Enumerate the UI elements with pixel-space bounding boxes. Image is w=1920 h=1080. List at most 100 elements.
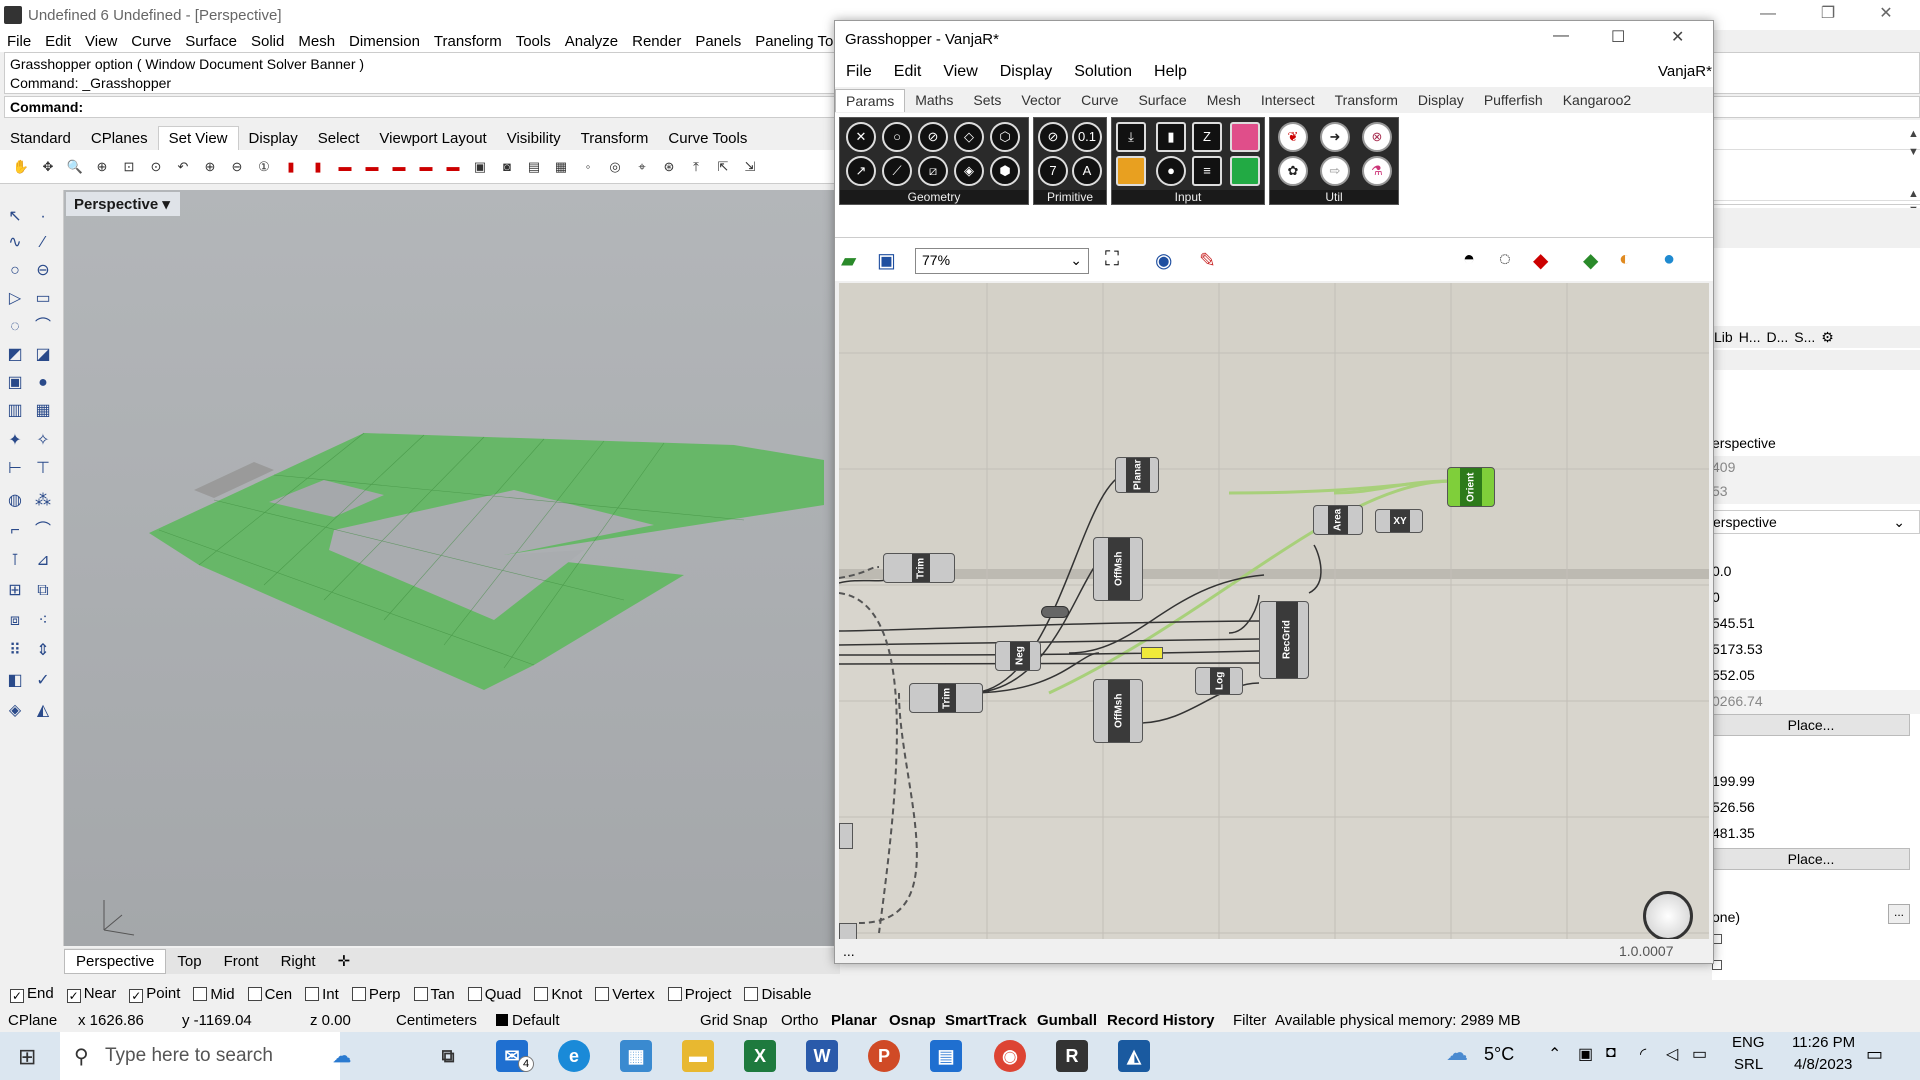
car-icon[interactable]: ▬	[334, 156, 356, 178]
maximize-icon[interactable]: ☐	[1611, 27, 1625, 47]
import-icon[interactable]: ⤓	[1116, 122, 1146, 152]
taskbar-search[interactable]: ⚲ Type here to search	[60, 1032, 340, 1080]
scale-icon[interactable]: ⇕	[32, 640, 54, 662]
tab-display[interactable]: Display	[239, 127, 308, 150]
value-list-icon[interactable]: ≡	[1192, 156, 1222, 186]
checkbox-icon[interactable]	[595, 986, 610, 1001]
tab-transform[interactable]: Transform	[571, 127, 659, 150]
panel-tab-display[interactable]: D...	[1766, 329, 1788, 345]
osnap-project[interactable]: Project	[667, 986, 731, 1003]
text-icon[interactable]: ⊤	[32, 458, 54, 480]
gh-menu-file[interactable]: File	[835, 63, 883, 81]
wireframe-icon[interactable]: ◌	[1499, 248, 1511, 271]
volume-icon[interactable]: ◁	[1666, 1044, 1678, 1064]
split-icon[interactable]: ⊿	[32, 550, 54, 572]
gh-component-orient[interactable]: Orient	[1447, 467, 1495, 507]
panel-tab-lib[interactable]: Lib	[1714, 329, 1733, 345]
projection-select[interactable]: erspective ⌄	[1712, 510, 1920, 534]
gh-component-offmsh[interactable]: OffMsh	[1093, 679, 1143, 743]
tab-select[interactable]: Select	[308, 127, 370, 150]
panel-top-input[interactable]	[1712, 120, 1920, 150]
store-icon[interactable]: ▦	[620, 1040, 652, 1072]
gradient-icon[interactable]	[1230, 122, 1260, 152]
document-preview-icon[interactable]: ◐	[1619, 248, 1631, 271]
render-icon[interactable]: ✧	[32, 430, 54, 452]
osnap-cen[interactable]: Cen	[247, 986, 292, 1003]
panel-row[interactable]: 5173.53	[1712, 638, 1920, 662]
tab-visibility[interactable]: Visibility	[497, 127, 571, 150]
zoom-window-icon[interactable]: ⊡	[118, 156, 140, 178]
gh-component-offmsh[interactable]: OffMsh	[1093, 537, 1143, 601]
integer-param-icon[interactable]: 7	[1038, 156, 1068, 186]
panel-row[interactable]: 526.56	[1712, 796, 1920, 820]
osnap-perp[interactable]: Perp	[351, 986, 401, 1003]
checkbox-icon[interactable]	[305, 986, 320, 1001]
preview-off-icon[interactable]: ◓	[1463, 248, 1475, 271]
car-icon[interactable]: ▬	[388, 156, 410, 178]
cylinder-icon[interactable]: ▥	[4, 400, 26, 422]
osnap-vertex[interactable]: Vertex	[595, 986, 655, 1003]
tab-viewport-layout[interactable]: Viewport Layout	[369, 127, 496, 150]
move-icon[interactable]: ⊞	[4, 580, 26, 602]
pan-icon[interactable]: ✋	[10, 156, 32, 178]
named-views-icon[interactable]: ▦	[550, 156, 572, 178]
menu-curve[interactable]: Curve	[124, 33, 178, 50]
mesh-param-icon[interactable]: ⬢	[990, 156, 1020, 186]
curve-param-icon[interactable]: ◇	[954, 122, 984, 152]
language-label[interactable]: ENG	[1732, 1034, 1765, 1051]
checkbox-icon[interactable]	[667, 986, 682, 1001]
gear-icon[interactable]: ⚙	[1821, 329, 1834, 346]
target-icon[interactable]: ⊛	[658, 156, 680, 178]
analyze-icon[interactable]: ◧	[4, 670, 26, 692]
point-icon[interactable]: ·	[32, 206, 54, 228]
geometry-param-icon[interactable]: ✕	[846, 122, 876, 152]
scroll-up-icon[interactable]: ▲	[1908, 188, 1919, 200]
offset-icon[interactable]: ⌒	[32, 520, 54, 542]
menu-mesh[interactable]: Mesh	[291, 33, 342, 50]
image-sampler-icon[interactable]	[1116, 156, 1146, 186]
place-target-button[interactable]: Place...	[1712, 848, 1910, 870]
group-icon[interactable]: ⁂	[32, 490, 54, 512]
minimize-icon[interactable]: —	[1740, 0, 1796, 30]
viewport-title[interactable]: Perspective ▾	[66, 192, 180, 216]
menu-solid[interactable]: Solid	[244, 33, 291, 50]
cursor-icon[interactable]: ⤒	[685, 156, 707, 178]
preview-eye-icon[interactable]: ◉	[1155, 248, 1172, 273]
menu-file[interactable]: File	[0, 33, 38, 50]
car-icon[interactable]: ▬	[442, 156, 464, 178]
arrow-outline-icon[interactable]: ⇨	[1320, 156, 1350, 186]
tray-chevron-icon[interactable]: ⌃	[1548, 1044, 1561, 1064]
gh-tab-sets[interactable]: Sets	[963, 89, 1011, 111]
gh-document-name[interactable]: VanjaR*	[1647, 63, 1723, 80]
rectangle-icon[interactable]: ▭	[32, 288, 54, 310]
camera-red-icon[interactable]: ▮	[280, 156, 302, 178]
word-icon[interactable]: W	[806, 1040, 838, 1072]
weather-icon[interactable]: ☁	[1446, 1040, 1468, 1066]
polygon-icon[interactable]: ▷	[4, 288, 26, 310]
close-icon[interactable]: ✕	[1858, 0, 1914, 30]
layer-indicator[interactable]: Default	[496, 1012, 700, 1029]
osnap-end[interactable]: ✓ End	[10, 985, 54, 1003]
gh-component-area[interactable]: Area	[1313, 505, 1363, 535]
panel-row[interactable]: 199.99	[1712, 770, 1920, 794]
powerpoint-icon[interactable]: P	[868, 1040, 900, 1072]
checkbox-icon[interactable]	[351, 986, 366, 1001]
open-folder-icon[interactable]: ▰	[841, 248, 856, 273]
gh-component-offscreen[interactable]	[839, 823, 853, 849]
arc-param-icon[interactable]: ⊘	[918, 122, 948, 152]
notifications-icon[interactable]: ▭	[1866, 1044, 1883, 1065]
checkbox-icon[interactable]	[247, 986, 262, 1001]
excel-icon[interactable]: X	[744, 1040, 776, 1072]
gh-tab-display[interactable]: Display	[1408, 89, 1474, 111]
gh-component-log[interactable]: Log	[1195, 667, 1243, 695]
surface-param-icon[interactable]: ⧄	[918, 156, 948, 186]
light-icon[interactable]: ✦	[4, 430, 26, 452]
osnap-tan[interactable]: Tan	[413, 986, 455, 1003]
osnap-quad[interactable]: Quad	[467, 986, 521, 1003]
boolean-icon[interactable]: ◍	[4, 490, 26, 512]
wifi-icon[interactable]: ◜	[1640, 1044, 1646, 1064]
checkbox-icon[interactable]	[413, 986, 428, 1001]
vtab-right[interactable]: Right	[270, 950, 327, 973]
car-icon[interactable]: ▬	[415, 156, 437, 178]
cluster-icon[interactable]: ✿	[1278, 156, 1308, 186]
